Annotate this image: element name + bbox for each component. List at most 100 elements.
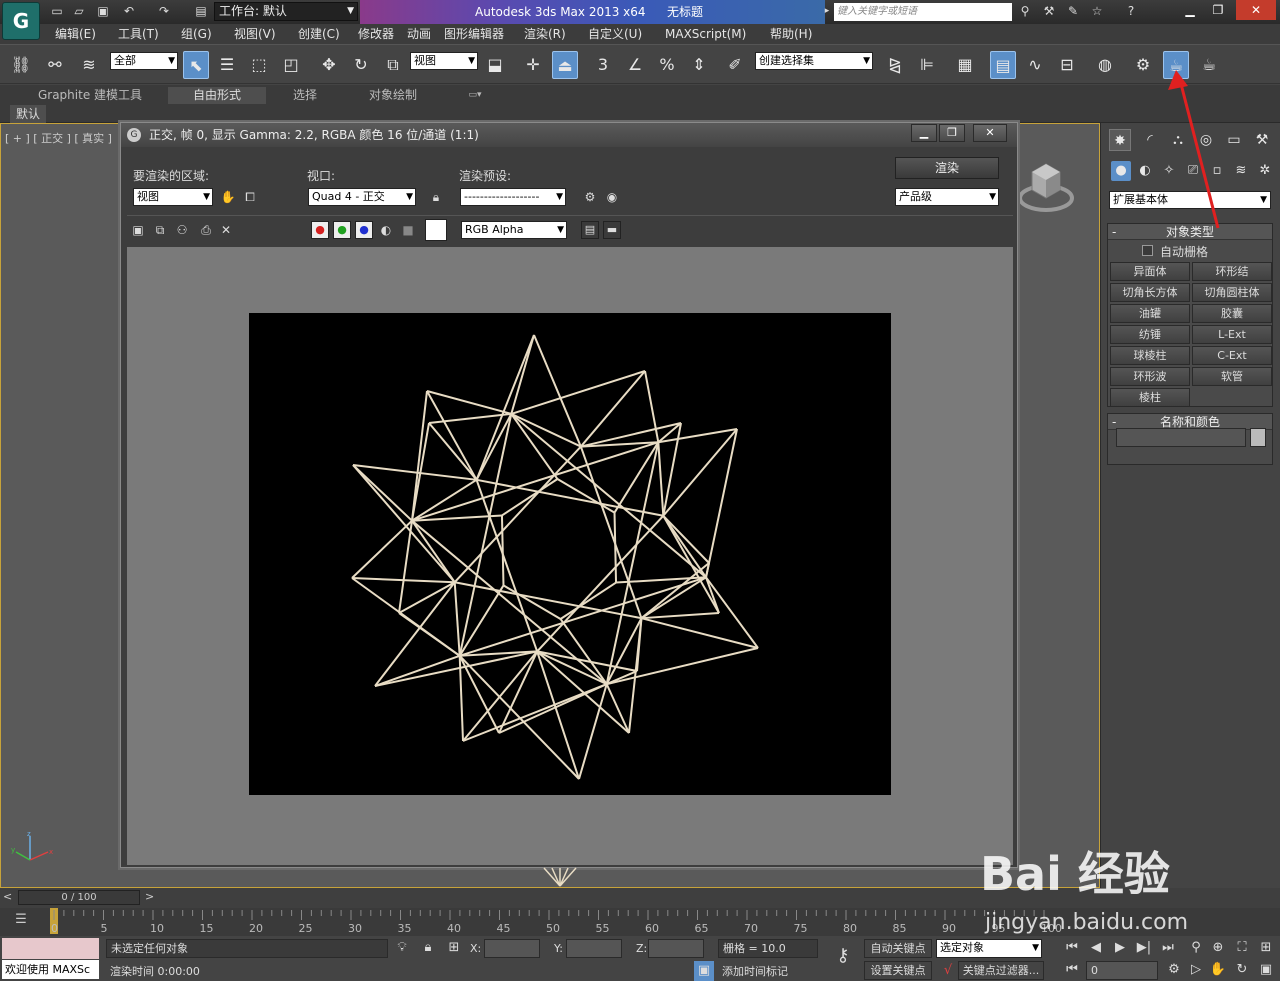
alpha-channel-icon[interactable]: ◐ xyxy=(377,221,395,239)
open-file-icon[interactable]: ▱ xyxy=(70,3,88,20)
auto-region-icon[interactable]: ⧠ xyxy=(241,188,259,206)
named-selection-dropdown[interactable]: 创建选择集 ▼ xyxy=(755,52,873,70)
menu-tools[interactable]: 工具(T) xyxy=(118,24,159,44)
render-window-close-button[interactable]: ✕ xyxy=(973,124,1007,142)
maximize-viewport-icon[interactable]: ▣ xyxy=(1256,960,1276,980)
x-coordinate-input[interactable] xyxy=(484,939,540,958)
render-setup-icon[interactable]: ⚙ xyxy=(1130,51,1156,79)
shapes-icon[interactable]: ◐ xyxy=(1135,161,1155,181)
render-button[interactable]: 渲染 xyxy=(895,157,999,179)
bind-spacewarp-icon[interactable]: ≋ xyxy=(76,51,102,79)
key-filters-button[interactable]: 关键点过滤器... xyxy=(958,961,1044,980)
viewcube-icon[interactable] xyxy=(1018,160,1074,216)
tab-graphite-modeling[interactable]: Graphite 建模工具 xyxy=(26,87,154,104)
search-input[interactable]: 键入关键字或短语 xyxy=(834,3,1012,21)
project-folder-icon[interactable]: ▤ xyxy=(192,3,210,20)
l-ext-button[interactable]: L-Ext xyxy=(1192,325,1272,344)
unlink-icon[interactable]: ⚯ xyxy=(42,51,68,79)
time-prev-icon[interactable]: < xyxy=(3,890,12,903)
toggle-ui-icon[interactable]: ▬ xyxy=(603,221,621,239)
select-by-name-icon[interactable]: ☰ xyxy=(214,51,240,79)
select-object-icon[interactable]: ⬉ xyxy=(183,51,209,79)
lock-icon[interactable]: 🔒︎ xyxy=(427,188,445,206)
render-window-minimize-button[interactable]: ▁ xyxy=(911,124,937,142)
layer-manager-icon[interactable]: ▦ xyxy=(952,51,978,79)
green-channel-toggle-icon[interactable]: ● xyxy=(333,221,351,239)
save-icon[interactable]: ▣ xyxy=(94,3,112,20)
isolate-selection-icon[interactable]: 💡︎ xyxy=(392,938,412,958)
move-icon[interactable]: ✥ xyxy=(316,51,342,79)
minimize-button[interactable]: ▁ xyxy=(1176,0,1204,20)
angle-snap-icon[interactable]: ∠ xyxy=(622,51,648,79)
zoom-extents-all-icon[interactable]: ⊞ xyxy=(1256,938,1276,958)
create-tab-icon[interactable]: ✸ xyxy=(1109,129,1131,151)
close-button[interactable]: ✕ xyxy=(1236,0,1276,20)
rectangular-selection-icon[interactable]: ⬚ xyxy=(246,51,272,79)
favorites-star-icon[interactable]: ☆ xyxy=(1088,3,1106,20)
communication-icon[interactable]: ✎ xyxy=(1064,3,1082,20)
set-key-icon[interactable]: ⚷ xyxy=(828,946,858,966)
play-icon[interactable]: ▶ xyxy=(1110,938,1130,958)
menu-maxscript[interactable]: MAXScript(M) xyxy=(665,24,746,44)
modify-tab-icon[interactable]: ◜ xyxy=(1139,129,1161,151)
align-icon[interactable]: ⊫ xyxy=(914,51,940,79)
pan-view-icon[interactable]: ✋ xyxy=(1208,960,1228,980)
go-to-start-icon[interactable]: ⏮ xyxy=(1062,938,1082,958)
oil-tank-button[interactable]: 油罐 xyxy=(1110,304,1190,323)
prism-button[interactable]: 棱柱 xyxy=(1110,388,1190,407)
time-tag-icon[interactable]: ▣ xyxy=(694,961,714,981)
object-color-swatch[interactable] xyxy=(1250,428,1266,447)
add-time-tag-label[interactable]: 添加时间标记 xyxy=(722,962,788,981)
autogrid-checkbox[interactable]: 自动栅格 xyxy=(1142,244,1262,259)
scale-icon[interactable]: ⧉ xyxy=(380,51,406,79)
render-quality-dropdown[interactable]: 产品级 ▼ xyxy=(895,188,999,206)
reference-coordinate-dropdown[interactable]: 视图 ▼ xyxy=(410,52,478,70)
area-to-render-dropdown[interactable]: 视图 ▼ xyxy=(133,188,213,206)
clone-frame-window-icon[interactable]: ⚇ xyxy=(173,221,191,239)
graphite-toggle-icon[interactable]: ▤ xyxy=(990,51,1016,79)
current-frame-input[interactable]: 0 xyxy=(1086,961,1158,980)
object-name-field[interactable] xyxy=(1116,428,1246,447)
binoculars-icon[interactable]: ⚲ xyxy=(1016,3,1034,20)
previous-frame-icon[interactable]: ◀ xyxy=(1086,938,1106,958)
selection-lock-icon[interactable]: 🔒︎ xyxy=(418,938,438,958)
edit-named-selection-icon[interactable]: ✐ xyxy=(722,51,748,79)
help-icon[interactable]: ? xyxy=(1122,3,1140,20)
menu-modifiers[interactable]: 修改器 xyxy=(358,24,394,44)
render-setup-small-icon[interactable]: ⚙ xyxy=(581,188,599,206)
geometry-icon[interactable]: ● xyxy=(1111,161,1131,181)
spindle-button[interactable]: 纺锤 xyxy=(1110,325,1190,344)
monochrome-icon[interactable]: ■ xyxy=(399,221,417,239)
zoom-all-icon[interactable]: ⊕ xyxy=(1208,938,1228,958)
render-window-maximize-button[interactable]: ❐ xyxy=(939,124,965,142)
material-editor-icon[interactable]: ◍ xyxy=(1092,51,1118,79)
curve-editor-icon[interactable]: ∿ xyxy=(1022,51,1048,79)
y-coordinate-input[interactable] xyxy=(566,939,622,958)
key-selection-dropdown[interactable]: 选定对象 ▼ xyxy=(936,939,1042,958)
time-configuration-icon[interactable]: ⚙ xyxy=(1164,960,1184,980)
set-key-button[interactable]: 设置关键点 xyxy=(864,961,932,980)
copy-image-icon[interactable]: ⧉ xyxy=(151,221,169,239)
edit-region-icon[interactable]: ✋ xyxy=(219,188,237,206)
tab-freeform[interactable]: 自由形式 xyxy=(168,87,266,104)
time-next-icon[interactable]: > xyxy=(145,890,154,903)
spacewarps-icon[interactable]: ≋ xyxy=(1231,161,1251,181)
field-of-view-icon[interactable]: ▷ xyxy=(1186,960,1206,980)
pivot-center-icon[interactable]: ⬓ xyxy=(482,51,508,79)
chamfer-box-button[interactable]: 切角长方体 xyxy=(1110,283,1190,302)
spinner-snap-icon[interactable]: ⇕ xyxy=(686,51,712,79)
background-color-swatch[interactable] xyxy=(425,219,447,241)
menu-views[interactable]: 视图(V) xyxy=(234,24,276,44)
hose-button[interactable]: 软管 xyxy=(1192,367,1272,386)
maximize-button[interactable]: ❐ xyxy=(1204,0,1232,20)
utilities-tab-icon[interactable]: ⚒ xyxy=(1251,129,1273,151)
percent-snap-icon[interactable]: % xyxy=(654,51,680,79)
capsule-button[interactable]: 胶囊 xyxy=(1192,304,1272,323)
keyboard-shortcut-override-icon[interactable]: ⏏ xyxy=(552,51,578,79)
gengon-button[interactable]: 球棱柱 xyxy=(1110,346,1190,365)
undo-icon[interactable]: ↶ xyxy=(120,3,138,20)
rotate-icon[interactable]: ↻ xyxy=(348,51,374,79)
menu-graph-editors[interactable]: 图形编辑器 xyxy=(444,24,504,44)
display-channel-dropdown[interactable]: RGB Alpha ▼ xyxy=(461,221,567,239)
zoom-extents-icon[interactable]: ⛶ xyxy=(1232,938,1252,958)
